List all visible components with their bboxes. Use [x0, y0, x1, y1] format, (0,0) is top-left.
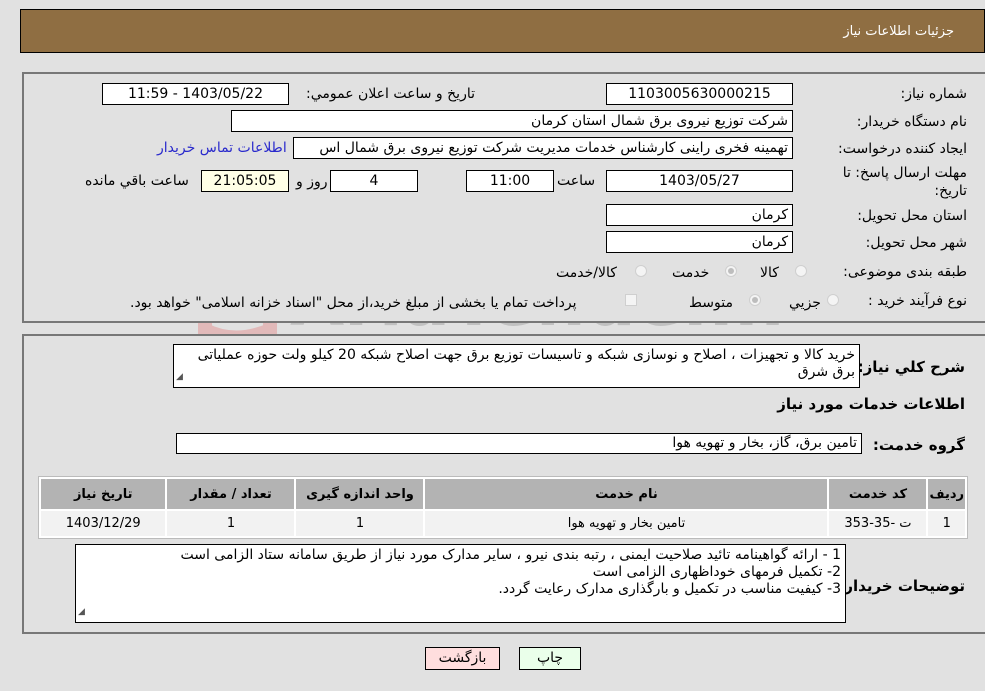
col-header-service-code: کد خدمت: [829, 479, 927, 509]
services-table: ردیف کد خدمت نام خدمت واحد اندازه گیری ت…: [38, 476, 968, 539]
cell-service-name: تامین بخار و تهویه هوا: [425, 511, 828, 536]
announce-datetime-label: تاریخ و ساعت اعلان عمومي:: [306, 86, 475, 102]
category-service-label: خدمت: [672, 265, 710, 281]
province-field[interactable]: کرمان: [606, 204, 793, 226]
service-group-label: گروه خدمت:: [872, 436, 965, 454]
buyer-note-line: 3- کیفیت مناسب در تکمیل و بارگذاری مدارک…: [498, 581, 841, 597]
page-title: جزئيات اطلاعات نیاز: [843, 24, 954, 39]
city-field[interactable]: کرمان: [606, 231, 793, 253]
process-label: نوع فرآیند خرید :: [868, 293, 967, 309]
col-header-service-name: نام خدمت: [425, 479, 828, 509]
back-button[interactable]: بازگشت: [425, 647, 500, 670]
remaining-time-field: 21:05:05: [201, 170, 289, 192]
treasury-payment-note: پرداخت تمام یا بخشی از مبلغ خرید،از محل …: [130, 295, 577, 311]
process-medium-radio[interactable]: [749, 294, 761, 306]
category-goods-service-label: کالا/خدمت: [556, 265, 617, 281]
cell-need-date: 1403/12/29: [41, 511, 166, 536]
resize-grip-icon[interactable]: ◢: [78, 604, 85, 621]
buyer-notes-label: توضیحات خریدار:: [838, 577, 965, 595]
service-group-field[interactable]: تامین برق، گاز، بخار و تهویه هوا: [176, 433, 862, 454]
print-button[interactable]: چاپ: [519, 647, 581, 670]
treasury-payment-checkbox[interactable]: [625, 294, 637, 306]
description-label: شرح کلي نیاز:: [857, 358, 965, 376]
col-header-row-number: ردیف: [928, 479, 965, 509]
buyer-contact-link[interactable]: اطلاعات تماس خریدار: [157, 140, 287, 156]
table-row: 1 ت -35-353 تامین بخار و تهویه هوا 1 1 1…: [41, 511, 965, 536]
category-goods-label: کالا: [760, 265, 779, 281]
city-label: شهر محل تحویل:: [865, 235, 967, 251]
col-header-need-date: تاریخ نیاز: [41, 479, 166, 509]
deadline-label-2: تاریخ:: [934, 183, 967, 199]
deadline-time-field[interactable]: 11:00: [466, 170, 554, 192]
col-header-unit: واحد اندازه گیری: [296, 479, 424, 509]
description-textarea[interactable]: خرید کالا و تجهیزات ، اصلاح و نوسازی شبک…: [173, 344, 860, 388]
cell-quantity: 1: [167, 511, 295, 536]
category-goods-service-radio[interactable]: [635, 265, 647, 277]
category-goods-radio[interactable]: [795, 265, 807, 277]
remaining-time-label: ساعت باقي مانده: [85, 173, 189, 189]
page-header: جزئيات اطلاعات نیاز: [20, 9, 985, 53]
province-label: استان محل تحویل:: [857, 208, 967, 224]
cell-row-number: 1: [928, 511, 965, 536]
process-minor-radio[interactable]: [827, 294, 839, 306]
buyer-org-field[interactable]: شرکت توزیع نیروی برق شمال استان کرمان: [231, 110, 793, 132]
deadline-time-label: ساعت: [557, 173, 596, 189]
need-number-field[interactable]: 1103005630000215: [606, 83, 793, 105]
requester-label: ایجاد کننده درخواست:: [838, 141, 967, 157]
remaining-days-field[interactable]: 4: [330, 170, 418, 192]
process-minor-label: جزیي: [789, 295, 821, 311]
deadline-label: مهلت ارسال پاسخ: تا: [842, 165, 967, 181]
process-medium-label: متوسط: [689, 295, 733, 311]
buyer-org-label: نام دستگاه خریدار:: [856, 114, 967, 130]
col-header-quantity: تعداد / مقدار: [167, 479, 295, 509]
cell-service-code: ت -35-353: [829, 511, 927, 536]
buyer-note-line: 1 - ارائه گواهینامه تائید صلاحیت ایمنی ،…: [180, 547, 841, 563]
category-service-radio[interactable]: [725, 265, 737, 277]
deadline-date-field[interactable]: 1403/05/27: [606, 170, 793, 192]
need-number-label: شماره نیاز:: [900, 86, 968, 102]
description-text: خرید کالا و تجهیزات ، اصلاح و نوسازی شبک…: [197, 347, 855, 380]
services-section-title: اطلاعات خدمات مورد نیاز: [777, 395, 965, 413]
resize-grip-icon[interactable]: ◢: [176, 369, 183, 386]
requester-field[interactable]: تهمینه فخری راینی کارشناس خدمات مدیریت ش…: [293, 137, 793, 159]
category-label: طبقه بندی موضوعی:: [843, 264, 967, 280]
buyer-note-line: 2- تکمیل فرمهای خوداظهاری الزامی است: [592, 564, 841, 580]
buyer-notes-textarea[interactable]: 1 - ارائه گواهینامه تائید صلاحیت ایمنی ،…: [75, 544, 846, 623]
announce-datetime-field[interactable]: 1403/05/22 - 11:59: [102, 83, 289, 105]
cell-unit: 1: [296, 511, 424, 536]
table-header-row: ردیف کد خدمت نام خدمت واحد اندازه گیری ت…: [41, 479, 965, 509]
days-label: روز و: [296, 174, 328, 190]
